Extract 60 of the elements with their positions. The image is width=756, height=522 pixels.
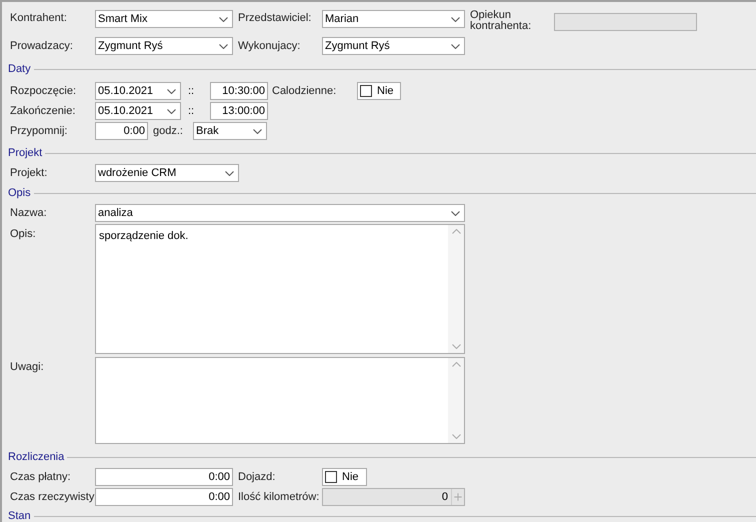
paid-time-field[interactable]: 0:00	[95, 468, 233, 486]
section-title: Stan	[8, 508, 31, 522]
checkbox[interactable]	[325, 471, 337, 483]
separator-text: ::	[188, 104, 194, 117]
date-combo[interactable]: 05.10.2021	[95, 102, 181, 120]
chevron-down-icon	[253, 128, 262, 134]
representative-combo[interactable]: Marian	[322, 10, 465, 28]
field-label: Przypomnij:	[10, 124, 68, 137]
chevron-down-icon	[225, 170, 234, 176]
field-label: Rozpoczęcie:	[10, 84, 76, 97]
scrollbar[interactable]	[448, 225, 464, 353]
section-title: Daty	[8, 62, 31, 77]
description-textarea[interactable]: sporządzenie dok.	[95, 224, 465, 354]
scroll-up-icon[interactable]	[452, 229, 460, 234]
field-label: Zakończenie:	[10, 104, 76, 117]
chevron-down-icon	[451, 44, 460, 48]
scroll-down-icon[interactable]	[452, 434, 460, 439]
field-label: Opis:	[10, 228, 36, 240]
field-label: Ilość kilometrów:	[238, 490, 320, 503]
field-label: Calodzienne:	[272, 84, 336, 97]
chevron-down-icon	[167, 108, 176, 114]
field-label: Wykonujacy:	[238, 40, 300, 52]
section-title: Opis	[8, 186, 31, 201]
checkbox-label: Nie	[342, 470, 359, 485]
reminder-field[interactable]: 0:00	[95, 122, 148, 140]
checkbox-label: Nie	[377, 84, 394, 99]
field-label: Czas płatny:	[10, 470, 71, 483]
name-combo[interactable]: analiza	[95, 204, 465, 222]
field-label: Kontrahent:	[10, 12, 67, 24]
field-label: Opiekun kontrahenta:	[470, 10, 532, 32]
actual-time-field[interactable]: 0:00	[95, 488, 233, 506]
scroll-up-icon[interactable]	[452, 362, 460, 367]
date-combo[interactable]: 05.10.2021	[95, 82, 181, 100]
section-title: Rozliczenia	[8, 450, 64, 465]
reminder-unit-combo[interactable]: Brak	[193, 122, 267, 140]
chevron-down-icon	[167, 88, 176, 94]
contractor-combo[interactable]: Smart Mix	[95, 10, 233, 28]
field-label: Przedstawiciel:	[238, 12, 312, 24]
field-label: Czas rzeczywisty:	[10, 490, 98, 503]
time-field[interactable]: 13:00:00	[210, 102, 268, 120]
notes-textarea[interactable]	[95, 357, 465, 444]
field-label: Prowadzacy:	[10, 40, 73, 52]
time-field[interactable]: 10:30:00	[210, 82, 268, 100]
chevron-down-icon	[451, 16, 460, 22]
section-title: Projekt	[8, 146, 42, 161]
chevron-down-icon	[219, 16, 228, 22]
scrollbar[interactable]	[448, 358, 464, 443]
chevron-down-icon	[451, 210, 460, 216]
field-label: Uwagi:	[10, 361, 44, 373]
separator-text: ::	[188, 84, 194, 97]
chevron-down-icon	[219, 44, 228, 48]
executor-combo[interactable]: Zygmunt Ryś	[322, 37, 465, 55]
project-combo[interactable]: wdrożenie CRM	[95, 164, 239, 182]
field-label: Dojazd:	[238, 470, 276, 483]
scroll-down-icon[interactable]	[452, 344, 460, 349]
checkbox[interactable]	[360, 85, 372, 97]
field-label: Nazwa:	[10, 206, 47, 219]
field-label: godz.:	[153, 124, 183, 137]
field-label: Projekt:	[10, 166, 48, 179]
lead-combo[interactable]: Zygmunt Ryś	[95, 37, 233, 55]
